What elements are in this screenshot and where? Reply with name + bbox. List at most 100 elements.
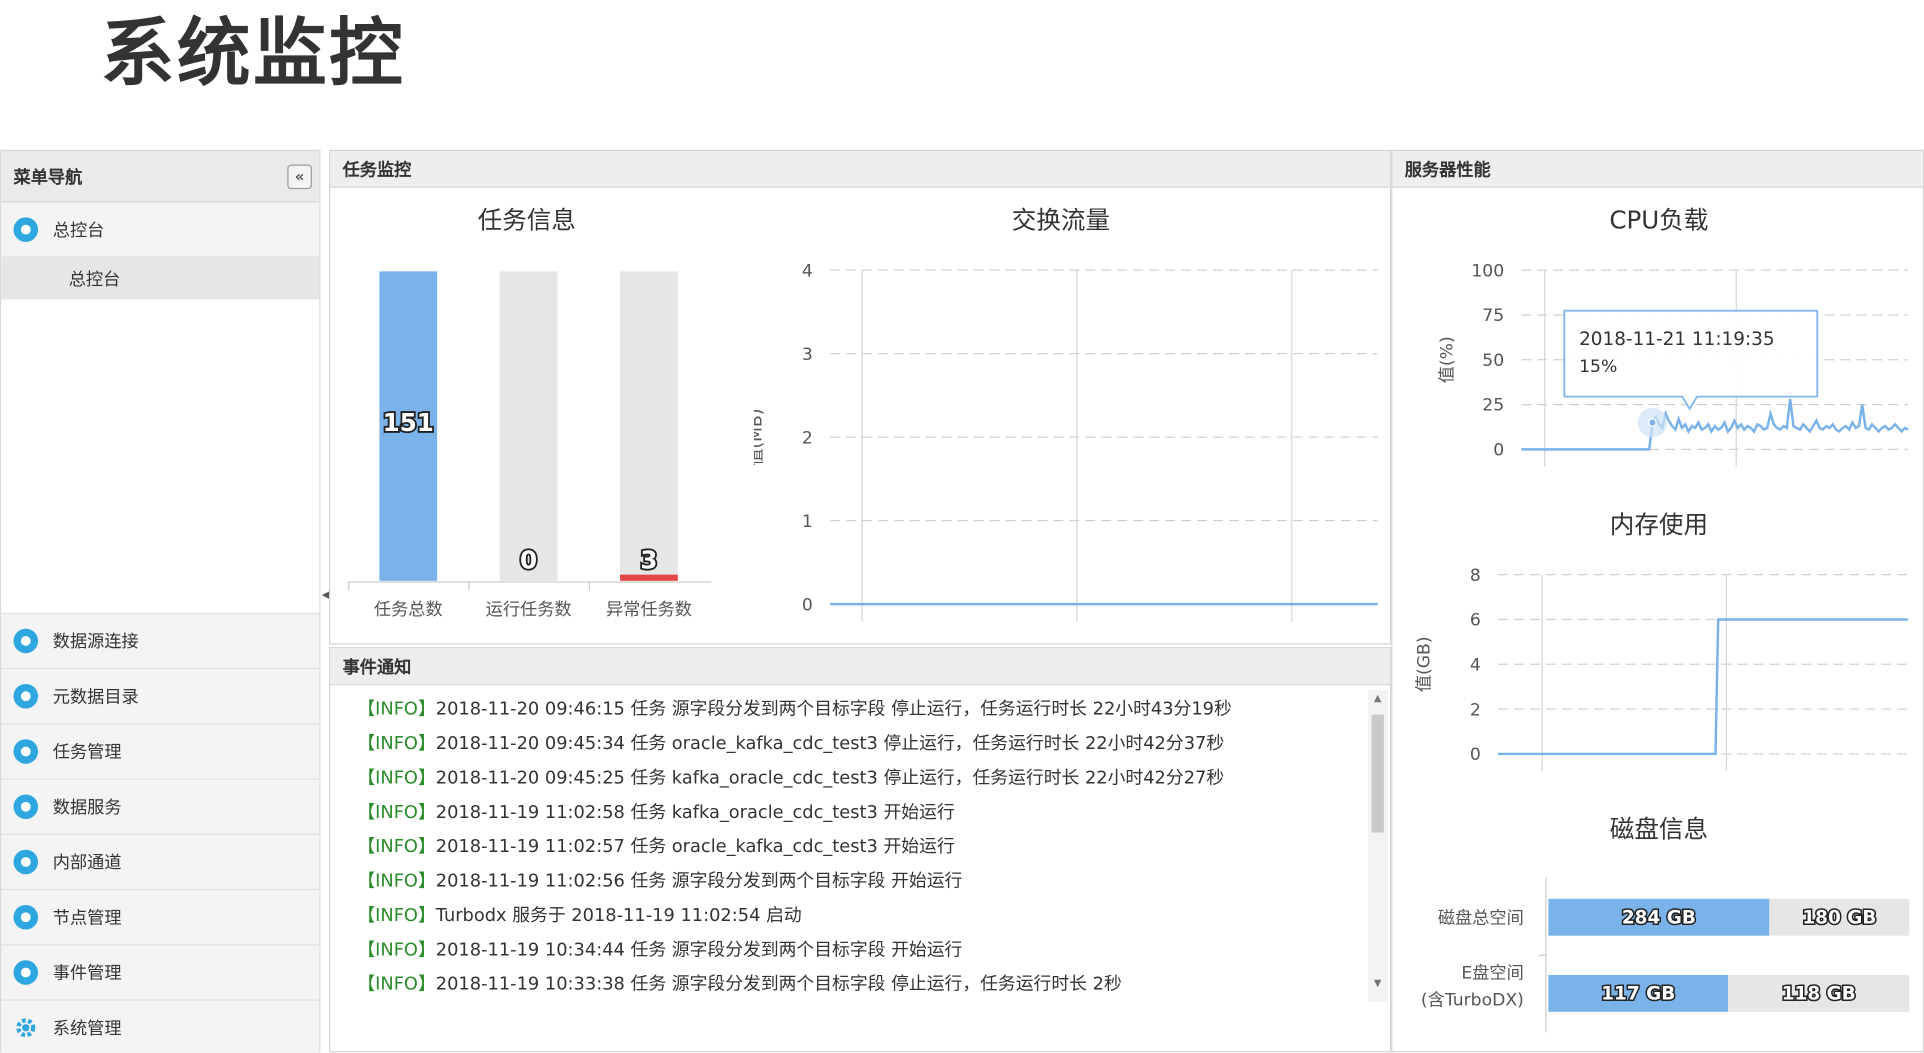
- scrollbar[interactable]: ▲: [1367, 690, 1388, 1002]
- event-text: Turbodx 服务于 2018-11-19 11:02:54 启动: [435, 906, 802, 926]
- y-tick-label: 6: [1470, 611, 1481, 631]
- sidebar-item-label: 事件管理: [52, 963, 122, 984]
- x-tick-label: 任务总数: [374, 600, 443, 620]
- y-tick-label: 25: [1482, 396, 1504, 416]
- event-row: 【INFO】2018-11-19 10:33:38 任务 源字段分发到两个目标字…: [357, 968, 1365, 1002]
- event-tag: 【INFO】: [357, 768, 436, 789]
- event-text: 2018-11-19 11:02:56 任务 源字段分发到两个目标字段 开始运行: [435, 871, 963, 892]
- event-text: 2018-11-19 11:02:57 任务 oracle_kafka_cdc_…: [435, 837, 955, 858]
- bar: [620, 574, 678, 581]
- sidebar-empty-area: [1, 299, 320, 614]
- y-tick-label: 75: [1482, 306, 1504, 326]
- event-tag: 【INFO】: [357, 699, 436, 720]
- event-tag: 【INFO】: [357, 734, 436, 754]
- disk-free-label: 118 GB: [1782, 984, 1856, 1005]
- event-text: 2018-11-19 10:33:38 任务 源字段分发到两个目标字段 停止运行…: [435, 974, 1122, 995]
- y-tick-label: 50: [1482, 351, 1504, 371]
- event-text: 2018-11-20 09:46:15 任务 源字段分发到两个目标字段 停止运行…: [435, 699, 1232, 720]
- disk-free-label: 180 GB: [1802, 907, 1876, 928]
- nodes-icon: [13, 904, 39, 930]
- collapse-icon[interactable]: «: [287, 164, 312, 190]
- disk-category-label: 磁盘总空间: [1438, 908, 1524, 928]
- tooltip-time: 2018-11-21 11:19:35: [1579, 329, 1774, 350]
- sidebar-item-nodes[interactable]: 节点管理: [1, 890, 320, 946]
- x-tick-label: 运行任务数: [486, 600, 572, 620]
- tooltip-value: 15%: [1579, 357, 1617, 377]
- event-row: 【INFO】2018-11-19 11:02:57 任务 oracle_kafk…: [357, 830, 1365, 864]
- sidebar-item-tasks[interactable]: 任务管理: [1, 724, 320, 780]
- y-tick-label: 0: [1470, 745, 1481, 765]
- y-tick-label: 0: [1493, 441, 1504, 461]
- event-text: 2018-11-19 11:02:58 任务 kafka_oracle_cdc_…: [435, 803, 955, 823]
- sidebar-item-channel[interactable]: 内部通道: [1, 834, 320, 891]
- event-row: 【INFO】2018-11-19 10:34:44 任务 源字段分发到两个目标字…: [357, 933, 1365, 967]
- sidebar-subitem-label: 总控台: [68, 270, 121, 290]
- x-tick-label: 异常任务数: [606, 600, 692, 620]
- y-axis-label: 值(MB): [754, 409, 766, 466]
- event-text: 2018-11-20 09:45:25 任务 kafka_oracle_cdc_…: [435, 768, 1225, 789]
- server-charts: 0 25 50 75 100 值(%) 2018-11-21 11:19:35 15% 0 2 4 6…: [1414, 261, 1910, 1033]
- sidebar-header: 菜单导航 «: [1, 151, 320, 203]
- sidebar-item-metadata[interactable]: 元数据目录: [1, 669, 320, 725]
- clock-icon: [13, 739, 39, 764]
- y-tick-label: 3: [802, 345, 813, 365]
- sidebar-item-label: 系统管理: [52, 1019, 122, 1039]
- event-row: 【INFO】Turbodx 服务于 2018-11-19 11:02:54 启动: [357, 899, 1365, 933]
- sidebar-item-label: 总控台: [52, 221, 105, 241]
- y-tick-label: 100: [1471, 261, 1504, 281]
- sidebar-item-events[interactable]: 事件管理: [1, 945, 320, 1001]
- bar-background: [499, 271, 558, 581]
- disk-used-label: 117 GB: [1601, 984, 1675, 1005]
- event-tag: 【INFO】: [357, 906, 436, 926]
- y-tick-label: 2: [1470, 700, 1481, 720]
- gear-icon: [14, 1015, 39, 1040]
- sidebar-item-label: 数据服务: [52, 798, 122, 818]
- series-line: [1521, 399, 1909, 451]
- y-tick-label: 2: [802, 428, 813, 448]
- event-row: 【INFO】2018-11-20 09:45:25 任务 kafka_oracl…: [357, 761, 1365, 795]
- y-tick-label: 4: [1470, 655, 1481, 675]
- event-text: 2018-11-19 10:34:44 任务 源字段分发到两个目标字段 开始运行: [435, 940, 963, 961]
- y-tick-label: 8: [1470, 566, 1481, 586]
- scroll-up-icon[interactable]: ▲: [1368, 690, 1388, 707]
- event-tag: 【INFO】: [357, 871, 436, 892]
- event-row: 【INFO】2018-11-20 09:45:34 任务 oracle_kafk…: [357, 727, 1365, 761]
- y-tick-label: 4: [802, 261, 813, 281]
- series-line: [1498, 618, 1909, 756]
- y-axis-label: 值(GB): [1414, 636, 1434, 692]
- sidebar-item-datasource[interactable]: 数据源连接: [1, 613, 320, 670]
- traffic-chart: 0 1 2 3 4 值(MB): [754, 261, 1378, 622]
- bar-value-label: 3: [640, 546, 657, 575]
- server-panel: 服务器性能 CPU负载 内存使用 磁盘信息 0 25 50 75 100 值(%) 2018…: [1391, 149, 1924, 1053]
- chart-icon: [13, 683, 39, 709]
- event-row: 【INFO】2018-11-20 09:46:15 任务 源字段分发到两个目标字…: [357, 693, 1365, 727]
- y-tick-label: 1: [802, 512, 813, 532]
- y-tick-label: 0: [802, 595, 813, 615]
- link-icon: [13, 628, 39, 654]
- channel-icon: [13, 849, 39, 875]
- task-monitor-panel: 任务监控 任务信息 交换流量 151 任务总数 0 运行任务数 3 异常任务数 01234…: [329, 149, 1392, 645]
- sidebar-item-label: 节点管理: [52, 908, 122, 929]
- sidebar-item-system[interactable]: 系统管理: [1, 1000, 320, 1053]
- sidebar-item-dataservice[interactable]: 数据服务: [1, 779, 320, 835]
- bar-value-label: 0: [520, 546, 537, 575]
- disk-category-label: (含TurboDX): [1421, 991, 1524, 1011]
- bar-background: [620, 271, 678, 581]
- bar-value-label: 151: [383, 408, 434, 437]
- event-list: 【INFO】2018-11-20 09:46:15 任务 源字段分发到两个目标字…: [330, 685, 1365, 1051]
- event-tag: 【INFO】: [357, 940, 436, 961]
- sidebar-title: 菜单导航: [13, 167, 83, 188]
- monitor-icon: [13, 217, 39, 242]
- task-info-chart: 151 任务总数 0 运行任务数 3 异常任务数: [347, 271, 711, 620]
- sidebar-item-label: 内部通道: [52, 853, 122, 874]
- sidebar-resize-handle[interactable]: ◀: [322, 589, 330, 609]
- disk-category-label: E盘空间: [1461, 964, 1523, 984]
- event-tag: 【INFO】: [357, 974, 436, 995]
- sidebar-item-dashboard[interactable]: 总控台: [1, 202, 320, 258]
- sidebar-item-label: 任务管理: [52, 742, 122, 763]
- scroll-thumb[interactable]: [1371, 714, 1384, 833]
- event-text: 2018-11-20 09:45:34 任务 oracle_kafka_cdc_…: [435, 734, 1225, 754]
- disk-used-label: 284 GB: [1622, 907, 1696, 928]
- scroll-down-icon[interactable]: ▼: [1368, 975, 1388, 992]
- sidebar-subitem-dashboard[interactable]: 总控台: [1, 257, 320, 300]
